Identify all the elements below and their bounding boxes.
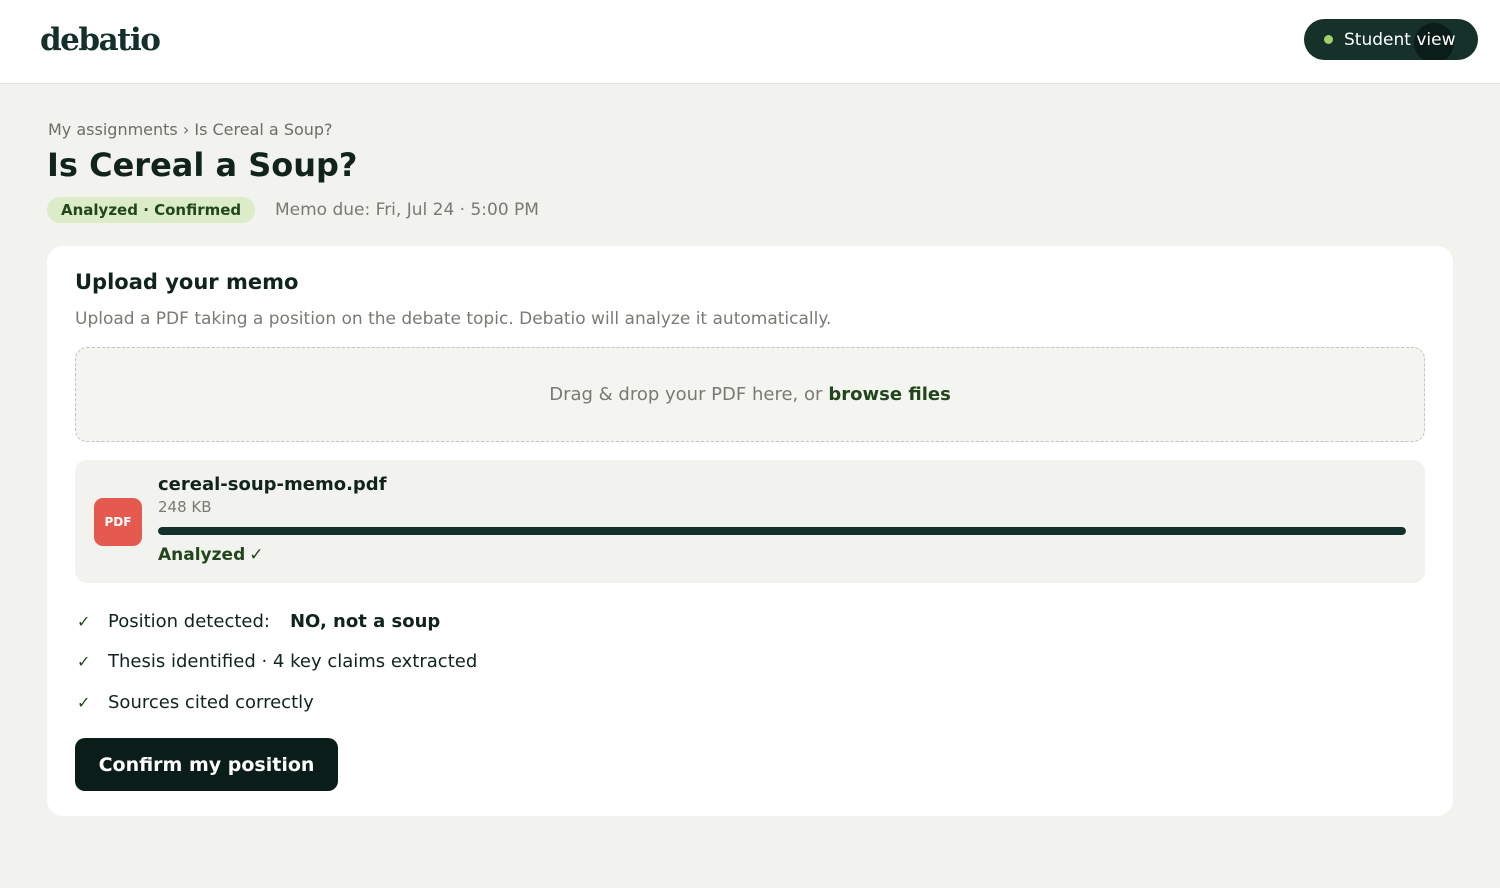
breadcrumb-current: Is Cereal a Soup? xyxy=(194,120,333,139)
breadcrumb: My assignments › Is Cereal a Soup? xyxy=(48,120,333,139)
card-description: Upload a PDF taking a position on the de… xyxy=(75,309,832,329)
uploaded-file-row: PDF cereal-soup-memo.pdf 248 KB Analyzed… xyxy=(75,460,1425,583)
check-label: Position detected: xyxy=(108,610,270,632)
checkmark-icon: ✓ xyxy=(77,692,91,712)
checkmark-icon: ✓ xyxy=(249,545,264,565)
browse-files-link[interactable]: browse files xyxy=(828,384,950,405)
student-view-label: Student view xyxy=(1344,29,1456,50)
upload-progress-fill xyxy=(158,527,1406,535)
memo-due-date: Memo due: Fri, Jul 24 · 5:00 PM xyxy=(275,200,539,220)
pdf-dropzone[interactable]: Drag & drop your PDF here, or browse fil… xyxy=(75,347,1425,442)
check-thesis-identified: ✓ Thesis identified · 4 key claims extra… xyxy=(75,649,477,673)
status-dot-icon xyxy=(1324,35,1333,44)
top-bar: debatio Student view xyxy=(0,0,1500,84)
file-status-label: Analyzed xyxy=(158,545,246,565)
pdf-file-icon: PDF xyxy=(94,498,142,546)
breadcrumb-separator: › xyxy=(182,120,190,139)
detected-position-value: NO, not a soup xyxy=(289,610,441,632)
student-view-toggle[interactable]: Student view xyxy=(1304,19,1478,60)
check-sources-cited: ✓ Sources cited correctly xyxy=(75,690,314,714)
check-label: Sources cited correctly xyxy=(108,691,314,713)
file-size: 248 KB xyxy=(158,498,212,516)
breadcrumb-parent-link[interactable]: My assignments xyxy=(48,120,178,139)
checkmark-icon: ✓ xyxy=(77,651,91,671)
checkmark-icon: ✓ xyxy=(77,611,91,631)
file-status: Analyzed ✓ xyxy=(158,545,263,565)
card-title: Upload your memo xyxy=(75,270,299,294)
status-badge: Analyzed · Confirmed xyxy=(47,197,256,223)
confirm-position-button[interactable]: Confirm my position xyxy=(75,738,338,791)
check-label: Thesis identified · 4 key claims extract… xyxy=(108,650,478,672)
upload-memo-card: Upload your memo Upload a PDF taking a p… xyxy=(47,246,1453,816)
check-position-detected: ✓ Position detected: NO, not a soup xyxy=(75,609,440,633)
dropzone-text: Drag & drop your PDF here, or xyxy=(549,384,823,405)
logo[interactable]: debatio xyxy=(40,22,161,58)
page-title: Is Cereal a Soup? xyxy=(47,146,358,184)
file-name: cereal-soup-memo.pdf xyxy=(158,474,387,495)
upload-progress-bar xyxy=(158,527,1406,535)
